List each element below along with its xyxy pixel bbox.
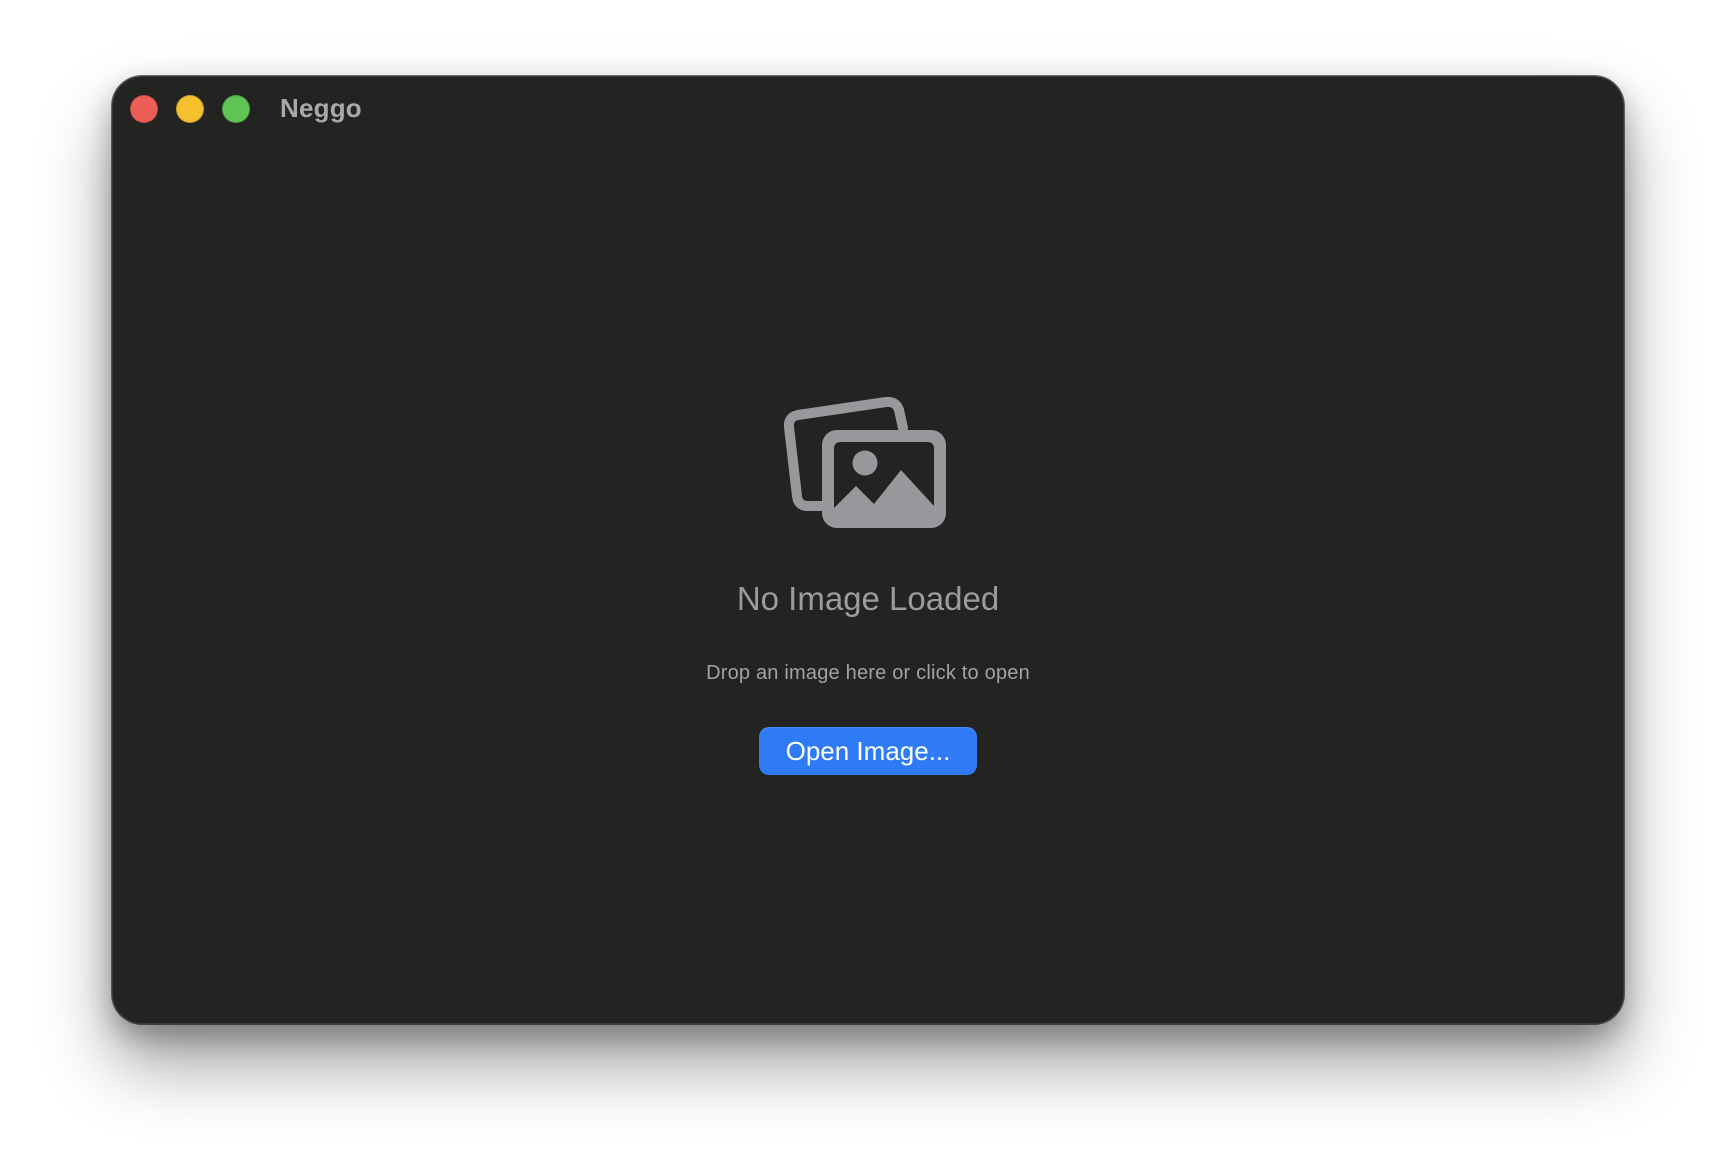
empty-state-title: No Image Loaded	[736, 580, 1000, 617]
photo-stack-icon	[784, 396, 946, 528]
app-window: Neggo No Image Loaded Drop an image here…	[112, 76, 1624, 1024]
image-drop-zone[interactable]: No Image Loaded Drop an image here or cl…	[112, 76, 1624, 1024]
empty-state-hint: Drop an image here or click to open	[706, 662, 1030, 684]
open-image-button[interactable]: Open Image...	[759, 727, 977, 775]
